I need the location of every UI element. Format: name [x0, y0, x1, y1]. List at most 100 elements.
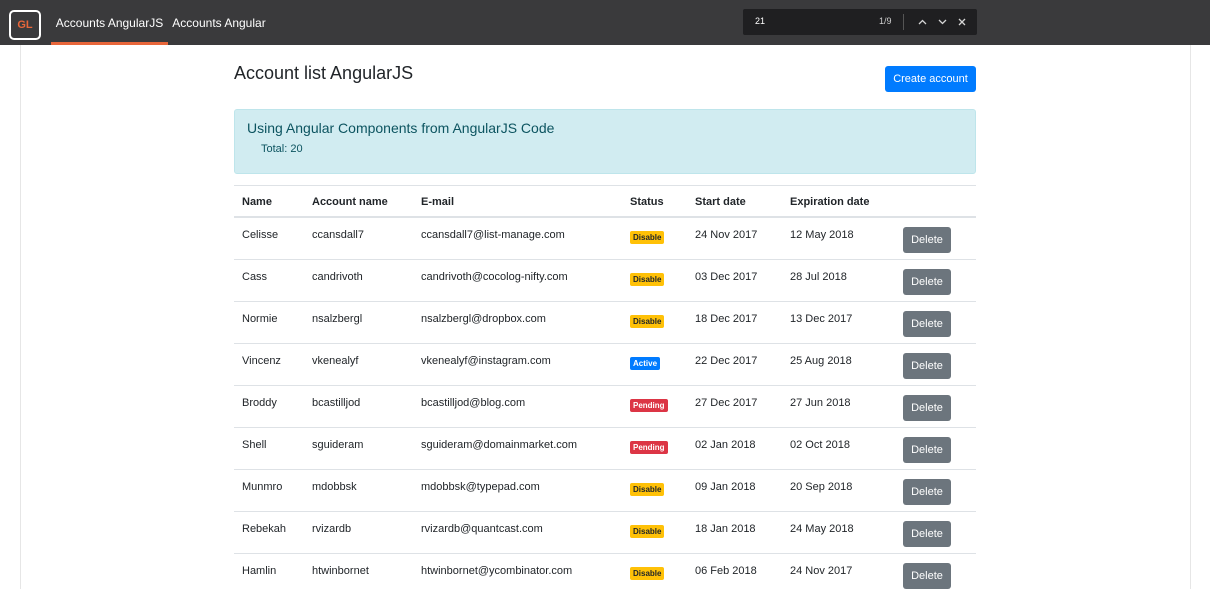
page-title: Account list AngularJS [234, 63, 414, 83]
cell-account-name: vkenealyf [312, 355, 359, 367]
status-badge: Disable [630, 231, 665, 244]
cell-status: Pending [630, 428, 668, 469]
cell-expiration-date: 20 Sep 2018 [790, 481, 853, 493]
status-badge: Pending [630, 399, 668, 412]
cell-start-date: 27 Dec 2017 [695, 397, 758, 409]
table-row: Normie nsalzbergl nsalzbergl@dropbox.com 18… [234, 302, 976, 344]
cell-email: candrivoth@cocolog-nifty.com [421, 271, 568, 283]
cell-name: Celisse [242, 229, 279, 241]
delete-button[interactable]: Delete [903, 227, 951, 253]
status-badge: Pending [630, 441, 668, 454]
delete-button[interactable]: Delete [903, 311, 951, 337]
cell-expiration-date: 28 Jul 2018 [790, 271, 847, 283]
cell-name: Hamlin [242, 565, 277, 577]
header-account-name: Account name [312, 196, 388, 208]
cell-action: Delete [903, 470, 951, 511]
status-badge: Disable [630, 273, 665, 286]
cell-email: mdobbsk@typepad.com [421, 481, 540, 493]
header-start-date: Start date [695, 196, 746, 208]
cell-status: Pending [630, 386, 668, 427]
cell-action: Delete [903, 344, 951, 385]
table-body: Celisse ccansdall7 ccansdall7@list-manage.… [234, 218, 976, 589]
top-navbar: GL Accounts AngularJS Accounts Angular 2… [0, 0, 1210, 45]
cell-name: Munmro [242, 481, 283, 493]
cell-account-name: sguideram [312, 439, 364, 451]
cell-email: sguideram@domainmarket.com [421, 439, 578, 451]
tab-accounts-angular[interactable]: Accounts Angular [168, 0, 270, 45]
info-alert: Using Angular Components from AngularJS … [234, 109, 976, 174]
status-badge: Disable [630, 315, 665, 328]
cell-action: Delete [903, 302, 951, 343]
cell-name: Broddy [242, 397, 277, 409]
chevron-down-icon[interactable] [936, 15, 948, 29]
delete-button[interactable]: Delete [903, 563, 951, 589]
active-tab-indicator [51, 42, 168, 45]
cell-email: nsalzbergl@dropbox.com [421, 313, 546, 325]
page-border-right [1190, 45, 1191, 589]
table-row: Celisse ccansdall7 ccansdall7@list-manage.… [234, 218, 976, 260]
delete-button[interactable]: Delete [903, 395, 951, 421]
header-email: E-mail [421, 196, 455, 208]
find-bar: 21 1/9 [743, 9, 977, 35]
chevron-up-icon[interactable] [916, 15, 928, 29]
table-row: Munmro mdobbsk mdobbsk@typepad.com 09 Jan 2… [234, 470, 976, 512]
cell-email: vkenealyf@instagram.com [421, 355, 551, 367]
cell-action: Delete [903, 512, 951, 553]
cell-account-name: candrivoth [312, 271, 363, 283]
table-row: Broddy bcastilljod bcastilljod@blog.com 27 … [234, 386, 976, 428]
cell-action: Delete [903, 386, 951, 427]
delete-button[interactable]: Delete [903, 269, 951, 295]
cell-start-date: 02 Jan 2018 [695, 439, 756, 451]
cell-email: rvizardb@quantcast.com [421, 523, 543, 535]
delete-button[interactable]: Delete [903, 479, 951, 505]
tab-accounts-angularjs[interactable]: Accounts AngularJS [51, 0, 168, 45]
cell-name: Rebekah [242, 523, 287, 535]
cell-start-date: 24 Nov 2017 [695, 229, 758, 241]
cell-email: ccansdall7@list-manage.com [421, 229, 565, 241]
delete-button[interactable]: Delete [903, 437, 951, 463]
cell-start-date: 18 Jan 2018 [695, 523, 756, 535]
cell-start-date: 18 Dec 2017 [695, 313, 758, 325]
cell-email: htwinbornet@ycombinator.com [421, 565, 573, 577]
tab-label: Accounts AngularJS [55, 15, 164, 30]
find-input[interactable]: 21 [755, 16, 765, 26]
cell-name: Normie [242, 313, 278, 325]
status-badge: Disable [630, 483, 665, 496]
cell-expiration-date: 02 Oct 2018 [790, 439, 850, 451]
cell-status: Disable [630, 470, 665, 511]
table-header: Name Account name E-mail Status Start da… [234, 185, 976, 218]
cell-start-date: 22 Dec 2017 [695, 355, 758, 367]
table-row: Shell sguideram sguideram@domainmarket.com… [234, 428, 976, 470]
table-row: Cass candrivoth candrivoth@cocolog-nifty.c… [234, 260, 976, 302]
cell-expiration-date: 24 May 2018 [790, 523, 854, 535]
cell-action: Delete [903, 428, 951, 469]
cell-name: Cass [242, 271, 268, 283]
status-badge: Disable [630, 525, 665, 538]
find-match-count: 1/9 [879, 16, 892, 26]
alert-total: Total: 20 [261, 143, 303, 155]
close-icon[interactable] [956, 15, 968, 29]
cell-action: Delete [903, 218, 951, 259]
cell-status: Disable [630, 512, 665, 553]
create-account-button[interactable]: Create account [885, 66, 976, 92]
logo[interactable]: GL [9, 10, 41, 40]
cell-status: Disable [630, 260, 665, 301]
cell-start-date: 06 Feb 2018 [695, 565, 757, 577]
cell-expiration-date: 25 Aug 2018 [790, 355, 852, 367]
cell-expiration-date: 12 May 2018 [790, 229, 854, 241]
cell-expiration-date: 24 Nov 2017 [790, 565, 853, 577]
cell-account-name: ccansdall7 [312, 229, 364, 241]
cell-email: bcastilljod@blog.com [421, 397, 526, 409]
tab-label: Accounts Angular [172, 15, 266, 30]
cell-account-name: rvizardb [312, 523, 352, 535]
accounts-table: Name Account name E-mail Status Start da… [234, 185, 976, 589]
alert-title: Using Angular Components from AngularJS … [247, 120, 555, 136]
cell-name: Vincenz [242, 355, 281, 367]
cell-action: Delete [903, 554, 951, 589]
delete-button[interactable]: Delete [903, 353, 951, 379]
cell-status: Disable [630, 218, 665, 259]
cell-start-date: 09 Jan 2018 [695, 481, 756, 493]
cell-status: Disable [630, 554, 665, 589]
status-badge: Disable [630, 567, 665, 580]
delete-button[interactable]: Delete [903, 521, 951, 547]
